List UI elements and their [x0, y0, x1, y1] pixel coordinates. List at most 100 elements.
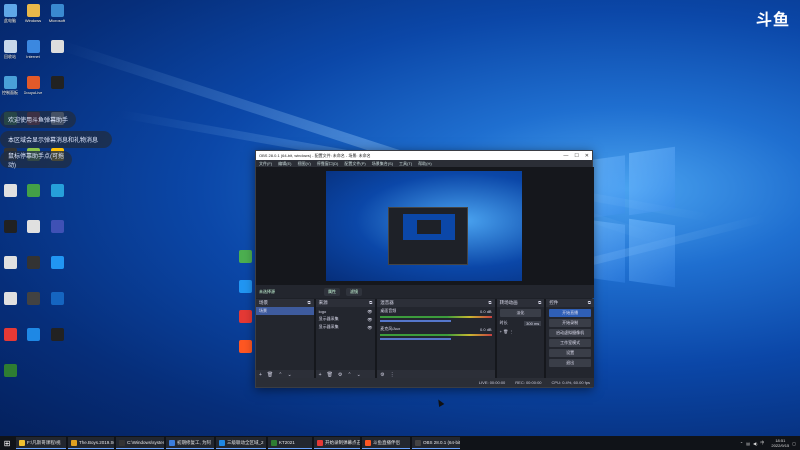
taskbar-app-button[interactable]: OBS 28.0.1 (64-bit: [412, 437, 460, 449]
source-item[interactable]: 显示器采集 👁: [316, 315, 376, 323]
desktop-icon[interactable]: [20, 256, 46, 270]
more-icon[interactable]: ⋮: [390, 372, 395, 378]
taskbar-app-button[interactable]: 三级联动全区域_2: [216, 437, 266, 449]
start-button[interactable]: ⊞: [0, 436, 14, 450]
trash-icon[interactable]: 🗑: [327, 372, 333, 378]
taskbar-app-button[interactable]: 斗鱼直播伴侣: [362, 437, 410, 449]
volume-slider[interactable]: [380, 320, 451, 322]
add-icon[interactable]: +: [259, 372, 262, 378]
desktop-icon[interactable]: [44, 184, 70, 198]
volume-icon[interactable]: ◀): [753, 441, 757, 446]
down-icon[interactable]: ⌄: [287, 372, 291, 378]
desktop-icon[interactable]: DouyuLive: [20, 76, 46, 95]
obs-window[interactable]: OBS 28.0.1 (64-bit, windows) - 配置文件: 未命名…: [255, 150, 594, 388]
menu-help[interactable]: 帮助(H): [418, 161, 432, 167]
up-icon[interactable]: ⌃: [347, 372, 351, 378]
up-icon[interactable]: ⌃: [278, 372, 282, 378]
trash-icon[interactable]: 🗑: [503, 329, 508, 334]
menu-tools[interactable]: 工具(T): [399, 161, 412, 167]
filters-button[interactable]: 滤镜: [346, 287, 362, 296]
more-icon[interactable]: ⋮: [509, 329, 513, 334]
desktop-icon[interactable]: [44, 220, 70, 234]
douyu-logo: 斗鱼: [755, 10, 790, 29]
mixer-channel-label: 桌面音频 0.0 dB: [380, 308, 492, 314]
desktop-icon[interactable]: [44, 328, 70, 342]
mixer-channel-label: 麦克风/Aux 0.0 dB: [380, 326, 492, 332]
start-virtual-camera-button[interactable]: 启动虚拟摄像机: [549, 329, 591, 337]
obs-titlebar[interactable]: OBS 28.0.1 (64-bit, windows) - 配置文件: 未命名…: [256, 151, 592, 160]
source-item[interactable]: logo 👁: [316, 307, 376, 315]
close-icon[interactable]: ✕: [585, 153, 589, 159]
app-icon: [50, 292, 64, 305]
source-item[interactable]: 显示器采集 👁: [316, 323, 376, 331]
desktop-icon[interactable]: [44, 76, 70, 90]
desktop-icon[interactable]: [44, 40, 70, 54]
notification-bubble: 本区域会显示弹幕消息和礼物消息: [0, 131, 112, 148]
dock-popout-icon[interactable]: ⧉: [588, 300, 591, 306]
settings-icon[interactable]: ⚙: [380, 372, 384, 378]
up-arrow-icon[interactable]: ⌃: [740, 441, 743, 446]
menu-profile[interactable]: 配置文件(P): [344, 161, 365, 167]
desktop-icon[interactable]: [20, 184, 46, 198]
app-icon: [119, 439, 125, 446]
dock-popout-icon[interactable]: ⧉: [307, 300, 310, 306]
transition-select[interactable]: 淡化: [499, 309, 542, 317]
audio-meter: [380, 316, 492, 318]
taskbar-app-button[interactable]: 开始录制弹幕点击: [314, 437, 360, 449]
notification-bubble[interactable]: 鼠标停靠助手点(可拖动): [0, 151, 72, 169]
taskbar-app-label: OBS 28.0.1 (64-bit: [423, 440, 460, 445]
taskbar-app-button[interactable]: KT2021: [268, 437, 312, 449]
dock-popout-icon[interactable]: ⧉: [369, 300, 372, 306]
taskbar-app-button[interactable]: The.Boys.2019.S0: [68, 437, 114, 449]
menu-edit[interactable]: 编辑(E): [278, 161, 291, 167]
down-icon[interactable]: ⌄: [357, 372, 361, 378]
start-recording-button[interactable]: 开始录制: [549, 319, 591, 327]
taskbar: ⊞ F:\凡斯哥课程\视 The.Boys.2019.S0 C:\Windows\s…: [0, 436, 800, 450]
desktop-icon[interactable]: [20, 328, 46, 342]
app-icon: [50, 184, 64, 197]
mouse-cursor: [435, 397, 445, 408]
properties-button[interactable]: 属性: [324, 287, 340, 296]
desktop-icon[interactable]: [44, 256, 70, 270]
exit-button[interactable]: 退出: [549, 359, 591, 367]
settings-button[interactable]: 设置: [549, 349, 591, 357]
ime-indicator[interactable]: 中: [760, 440, 764, 446]
scene-item[interactable]: 场景: [256, 307, 314, 315]
taskbar-app-button[interactable]: 初期修复工, 为阿: [166, 437, 214, 449]
volume-slider[interactable]: [380, 338, 451, 340]
network-icon[interactable]: ▤: [746, 441, 750, 446]
obs-preview[interactable]: [256, 167, 594, 285]
trash-icon[interactable]: 🗑: [267, 372, 273, 378]
studio-mode-button[interactable]: 工作室模式: [549, 339, 591, 347]
minimize-icon[interactable]: —: [563, 153, 568, 159]
app-icon: [3, 328, 17, 341]
notification-center-icon[interactable]: ▢: [792, 441, 796, 446]
maximize-icon[interactable]: ☐: [574, 153, 578, 159]
scenes-title: 场景: [259, 300, 268, 305]
desktop-icon[interactable]: Internet: [20, 40, 46, 59]
taskbar-app-button[interactable]: C:\Windows\system: [116, 437, 164, 449]
add-icon[interactable]: +: [500, 329, 502, 334]
dock-popout-icon[interactable]: ⧉: [488, 300, 491, 306]
taskbar-app-button[interactable]: F:\凡斯哥课程\视: [16, 437, 66, 449]
desktop-icon[interactable]: Windows: [20, 4, 46, 23]
clock[interactable]: 18:51 2022/9/15: [771, 438, 789, 448]
add-icon[interactable]: +: [319, 372, 322, 378]
obs-docks: 场景 ⧉ 场景 + 🗑 ⌃ ⌄ 来源 ⧉ logo 👁 显示器采集 👁 显示器采集 👁 + 🗑 ⚙ ⌃…: [256, 299, 594, 379]
menu-docks[interactable]: 停靠窗口(D): [317, 161, 339, 167]
preview-canvas[interactable]: [326, 171, 522, 281]
menu-scene-collection[interactable]: 场景集合(S): [372, 161, 393, 167]
start-streaming-button[interactable]: 开始直播: [549, 309, 591, 317]
app-icon: [19, 439, 25, 446]
gear-icon[interactable]: ⚙: [338, 372, 342, 378]
sources-dock: 来源 ⧉ logo 👁 显示器采集 👁 显示器采集 👁 + 🗑 ⚙ ⌃ ⌄: [315, 299, 376, 379]
menu-view[interactable]: 视图(V): [297, 161, 310, 167]
desktop-icon[interactable]: [44, 292, 70, 306]
duration-input[interactable]: 300 ms: [524, 320, 542, 326]
menu-file[interactable]: 文件(F): [259, 161, 272, 167]
desktop-icon[interactable]: Microsoft: [44, 4, 70, 23]
dock-popout-icon[interactable]: ⧉: [538, 300, 541, 306]
desktop-icon[interactable]: [20, 220, 46, 234]
desktop-icon[interactable]: [20, 292, 46, 306]
desktop-icon[interactable]: [0, 364, 23, 378]
